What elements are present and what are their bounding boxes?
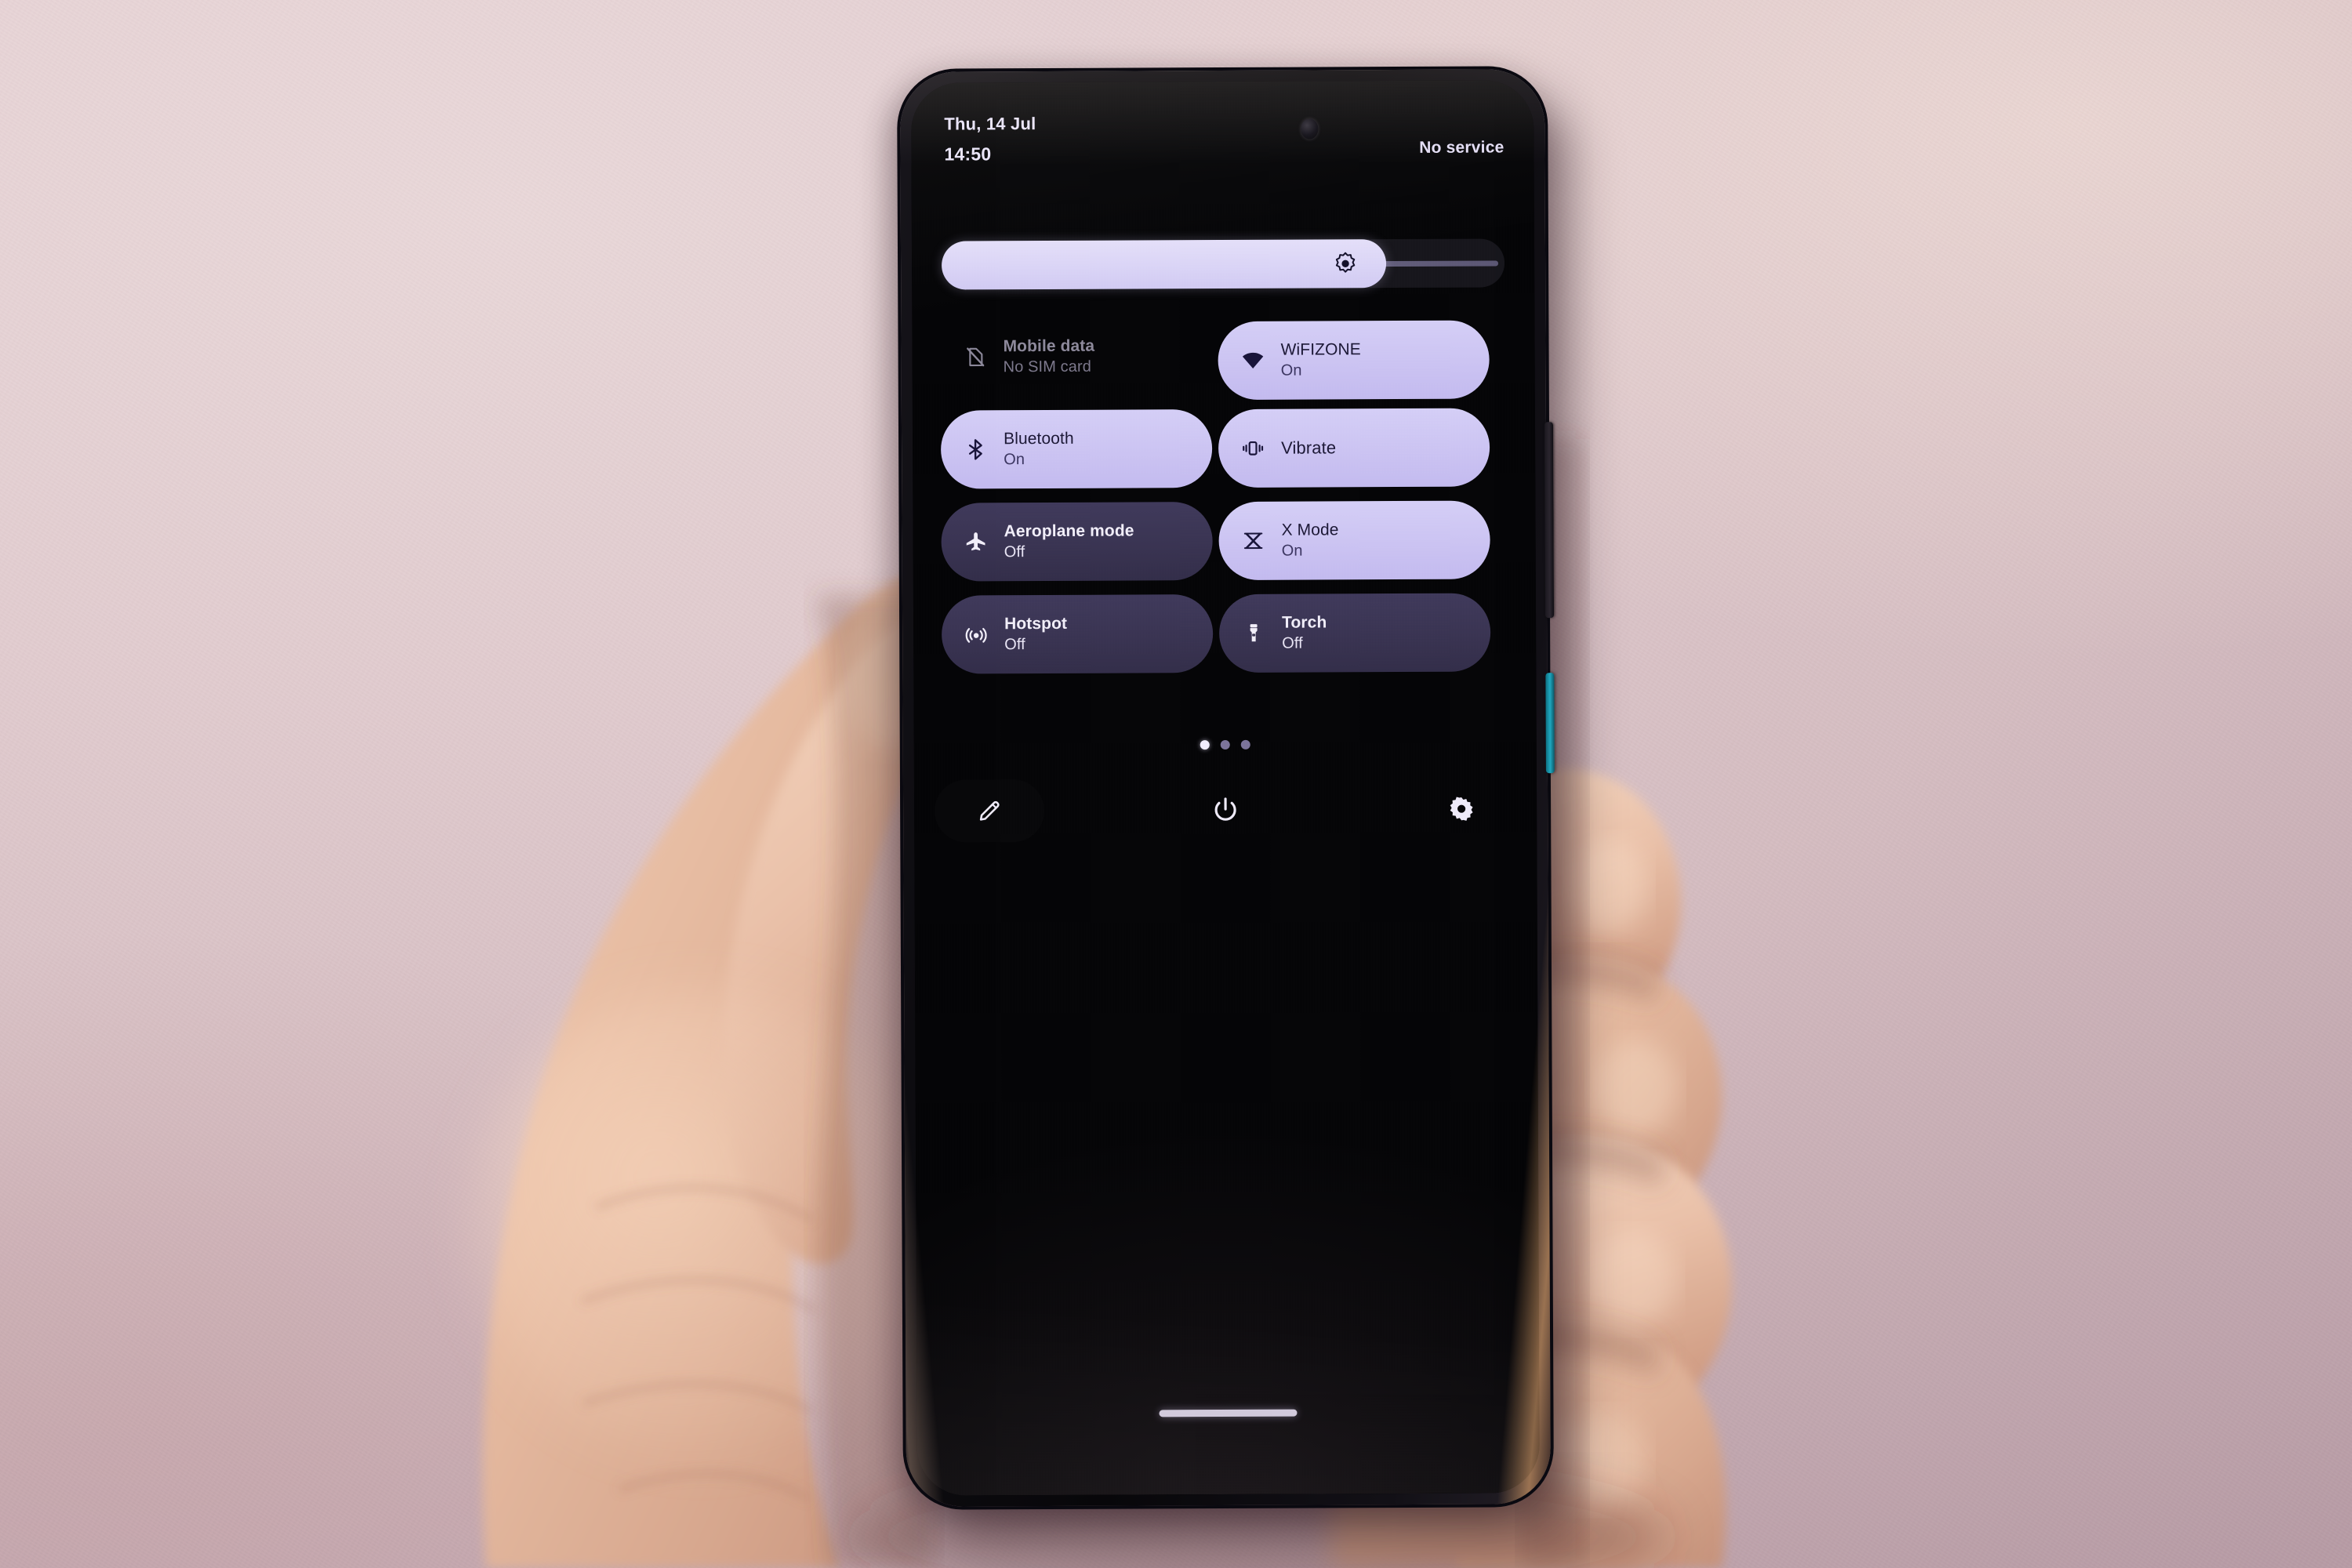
edit-button[interactable] xyxy=(960,781,1019,840)
tile-row: Aeroplane mode Off X Mode On xyxy=(941,500,1507,584)
volume-rocker-button[interactable] xyxy=(1544,422,1555,619)
tile-title: Hotspot xyxy=(1004,614,1068,633)
front-camera-icon xyxy=(1301,118,1319,140)
tile-labels: Vibrate xyxy=(1281,438,1336,459)
pencil-icon xyxy=(979,800,1000,821)
home-gesture-bar[interactable] xyxy=(1159,1409,1298,1417)
tile-wifi[interactable]: WiFIZONE On xyxy=(1218,320,1490,401)
tile-hotspot[interactable]: Hotspot Off xyxy=(941,594,1214,674)
tile-title: Vibrate xyxy=(1281,437,1337,459)
phone-screen: Thu, 14 Jul 14:50 No service Mobile data… xyxy=(911,80,1540,1496)
tile-title: Mobile data xyxy=(1003,336,1095,356)
tile-subtitle: On xyxy=(1004,451,1025,469)
tile-labels: Mobile data No SIM card xyxy=(1003,337,1094,377)
tile-torch[interactable]: Torch Off xyxy=(1218,593,1491,673)
tile-labels: Aeroplane mode Off xyxy=(1004,521,1134,561)
status-bar-carrier: No service xyxy=(1419,138,1504,157)
tile-row: Bluetooth On Vibrate xyxy=(940,408,1507,492)
power-hardware-button[interactable] xyxy=(1545,673,1555,774)
settings-button[interactable] xyxy=(1432,779,1491,839)
tile-labels: Hotspot Off xyxy=(1004,615,1067,654)
page-dot-1[interactable] xyxy=(1200,740,1210,750)
tile-row: Hotspot Off Torch Off xyxy=(941,593,1508,677)
tile-subtitle: Off xyxy=(1004,636,1025,654)
tile-aeroplane-mode[interactable]: Aeroplane mode Off xyxy=(941,502,1213,582)
page-dot-2[interactable] xyxy=(1220,739,1230,750)
wifi-icon xyxy=(1236,343,1270,378)
tile-subtitle: On xyxy=(1281,542,1303,560)
tile-vibrate[interactable]: Vibrate xyxy=(1218,408,1490,488)
status-bar: Thu, 14 Jul 14:50 No service xyxy=(911,97,1534,184)
quick-settings-action-bar xyxy=(914,774,1537,847)
power-menu-button[interactable] xyxy=(1196,780,1255,840)
tile-subtitle: On xyxy=(1280,361,1302,379)
vibrate-icon xyxy=(1236,431,1270,466)
tile-title: Torch xyxy=(1282,613,1327,632)
tile-title: Bluetooth xyxy=(1004,429,1074,448)
status-bar-left: Thu, 14 Jul 14:50 xyxy=(944,111,1036,168)
bluetooth-icon xyxy=(958,432,993,466)
torch-icon xyxy=(1236,616,1271,651)
airplane-icon xyxy=(959,524,993,559)
brightness-sun-icon xyxy=(1335,252,1356,273)
tile-x-mode[interactable]: X Mode On xyxy=(1218,500,1490,581)
brightness-slider[interactable] xyxy=(941,238,1505,290)
status-bar-date: Thu, 14 Jul xyxy=(944,114,1036,134)
hotspot-icon xyxy=(959,617,993,652)
tile-labels: Torch Off xyxy=(1282,613,1327,652)
tile-subtitle: Off xyxy=(1004,543,1025,561)
tile-mobile-data[interactable]: Mobile data No SIM card xyxy=(940,317,1211,397)
quick-settings-tiles: Mobile data No SIM card WiFIZONE On Blue… xyxy=(940,315,1508,688)
tile-subtitle: Off xyxy=(1282,634,1303,652)
tile-row: Mobile data No SIM card WiFIZONE On xyxy=(940,315,1506,401)
page-dot-3[interactable] xyxy=(1240,739,1250,750)
status-bar-time: 14:50 xyxy=(944,143,992,165)
tile-labels: X Mode On xyxy=(1282,521,1339,560)
tile-bluetooth[interactable]: Bluetooth On xyxy=(940,409,1213,489)
x-mode-icon xyxy=(1236,524,1271,558)
power-icon xyxy=(1214,797,1236,821)
screenshot-scene: Thu, 14 Jul 14:50 No service Mobile data… xyxy=(0,0,2352,1568)
tile-title: Aeroplane mode xyxy=(1004,521,1134,541)
smartphone-device: Thu, 14 Jul 14:50 No service Mobile data… xyxy=(900,69,1555,1507)
sim-card-off-icon xyxy=(958,339,993,374)
gear-icon xyxy=(1450,797,1473,821)
tile-labels: Bluetooth On xyxy=(1004,430,1074,470)
tile-subtitle: No SIM card xyxy=(1003,358,1091,376)
brightness-slider-fill xyxy=(941,239,1387,290)
tile-labels: WiFIZONE On xyxy=(1281,340,1362,380)
tile-title: WiFIZONE xyxy=(1280,340,1361,359)
tile-title: X Mode xyxy=(1281,521,1339,539)
